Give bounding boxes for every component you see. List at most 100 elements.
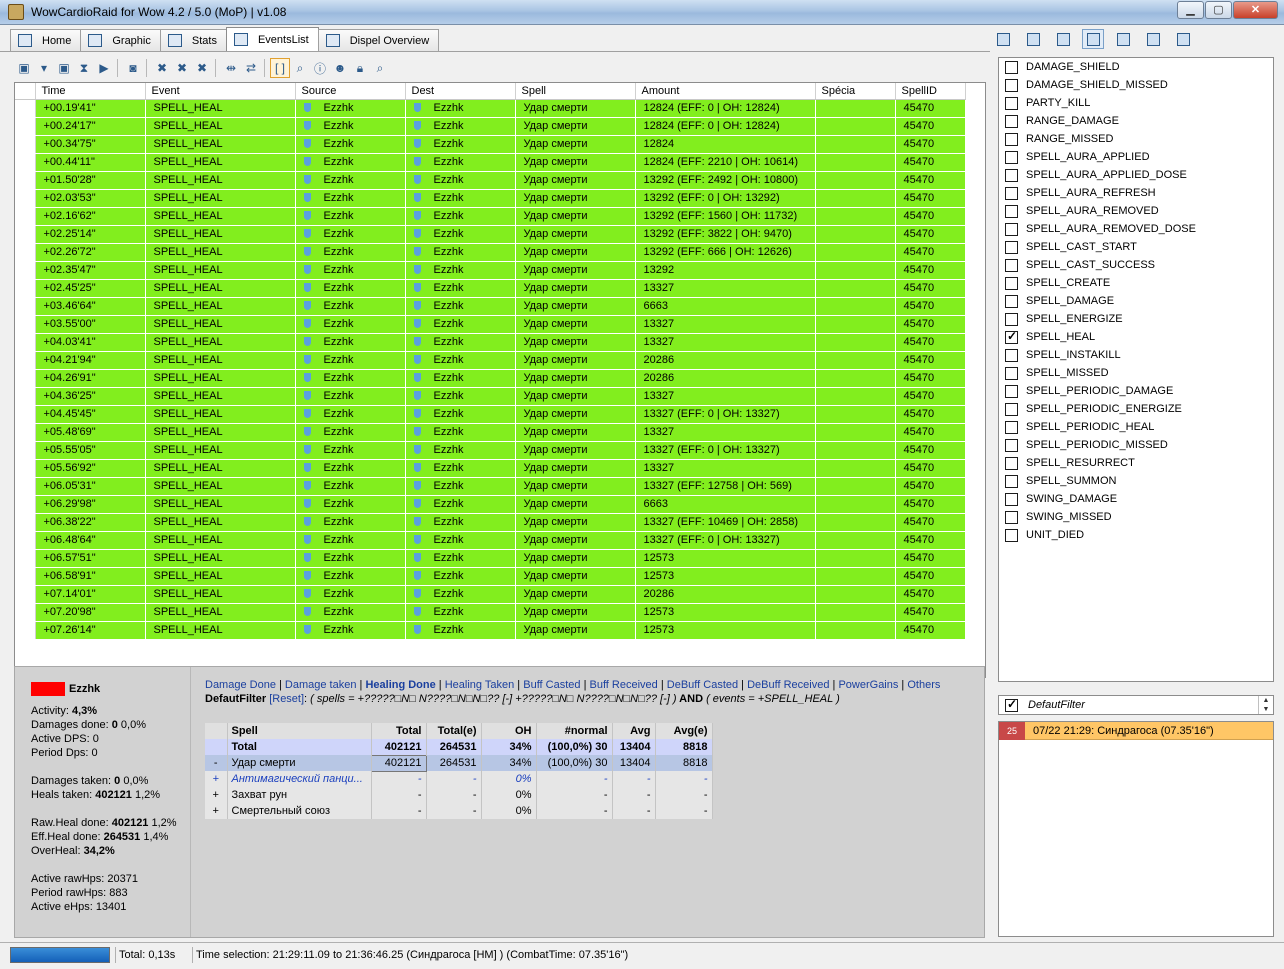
- report-link[interactable]: Buff Casted: [523, 679, 580, 691]
- table-row[interactable]: +00.34'75" SPELL_HEAL Ezzhk Ezzhk Удар смерт…: [15, 135, 966, 154]
- tab-home[interactable]: Home: [10, 29, 82, 51]
- column-header-specia[interactable]: Spécia: [815, 83, 896, 100]
- reset-link[interactable]: [Reset]: [269, 693, 304, 705]
- tab-stats[interactable]: Stats: [159, 29, 227, 51]
- table-row[interactable]: +00.19'41" SPELL_HEAL Ezzhk Ezzhk Удар смерт…: [15, 99, 966, 118]
- info-icon[interactable]: ⓘ: [310, 58, 330, 78]
- filter-checkbox[interactable]: [1005, 114, 1018, 128]
- filter-checkbox[interactable]: [1005, 348, 1018, 362]
- report-link[interactable]: Damage taken: [285, 679, 357, 691]
- expand-toggle[interactable]: +: [205, 771, 228, 787]
- report-link[interactable]: DeBuff Casted: [667, 679, 738, 691]
- table-row[interactable]: +04.03'41" SPELL_HEAL Ezzhk Ezzhk Удар смерт…: [15, 333, 966, 352]
- filter-checkbox[interactable]: [1005, 168, 1018, 182]
- filter-checkbox[interactable]: [1005, 204, 1018, 218]
- table-row[interactable]: +05.55'05" SPELL_HEAL Ezzhk Ezzhk Удар смерт…: [15, 441, 966, 460]
- view-button-2[interactable]: [1022, 29, 1044, 49]
- filter-item[interactable]: DAMAGE_SHIELD: [999, 58, 1273, 76]
- filter-item[interactable]: SPELL_SUMMON: [999, 472, 1273, 490]
- filter-checkbox[interactable]: [1005, 420, 1018, 434]
- row-gutter[interactable]: [15, 297, 36, 316]
- expand-toggle[interactable]: +: [205, 803, 228, 819]
- table-row[interactable]: +04.26'91" SPELL_HEAL Ezzhk Ezzhk Удар смерт…: [15, 369, 966, 388]
- filter-checkbox[interactable]: [1005, 294, 1018, 308]
- table-row[interactable]: +04.45'45" SPELL_HEAL Ezzhk Ezzhk Удар смерт…: [15, 405, 966, 424]
- hourglass-icon[interactable]: ⧗: [74, 58, 94, 78]
- column-header-amount[interactable]: Amount: [635, 83, 816, 100]
- filter-checkbox[interactable]: [1005, 438, 1018, 452]
- column-header-oh[interactable]: OH: [481, 723, 537, 739]
- view-button-6[interactable]: [1142, 29, 1164, 49]
- filter-checkbox[interactable]: [1005, 132, 1018, 146]
- filter-item[interactable]: SPELL_PERIODIC_MISSED: [999, 436, 1273, 454]
- row-gutter[interactable]: [15, 495, 36, 514]
- row-gutter[interactable]: [15, 369, 36, 388]
- table-row[interactable]: +07.20'98" SPELL_HEAL Ezzhk Ezzhk Удар смерт…: [15, 603, 966, 622]
- expand-toggle[interactable]: -: [205, 755, 228, 771]
- table-row[interactable]: +04.21'94" SPELL_HEAL Ezzhk Ezzhk Удар смерт…: [15, 351, 966, 370]
- row-gutter[interactable]: [15, 243, 36, 262]
- table-row[interactable]: +02.45'25" SPELL_HEAL Ezzhk Ezzhk Удар смерт…: [15, 279, 966, 298]
- table-row[interactable]: +07.26'14" SPELL_HEAL Ezzhk Ezzhk Удар смерт…: [15, 621, 966, 640]
- table-row[interactable]: +06.57'51" SPELL_HEAL Ezzhk Ezzhk Удар смерт…: [15, 549, 966, 568]
- column-header-total-e[interactable]: Total(e): [426, 723, 482, 739]
- view-button-7[interactable]: [1172, 29, 1194, 49]
- column-header-spell[interactable]: Spell: [227, 723, 372, 739]
- column-header-avg[interactable]: Avg: [612, 723, 656, 739]
- report-link[interactable]: Buff Received: [590, 679, 658, 691]
- column-header-total[interactable]: Total: [371, 723, 427, 739]
- filter-item[interactable]: SPELL_AURA_APPLIED: [999, 148, 1273, 166]
- filter-checkbox[interactable]: [1005, 60, 1018, 74]
- filter-item[interactable]: SPELL_DAMAGE: [999, 292, 1273, 310]
- filter-dest-icon[interactable]: ✖: [172, 58, 192, 78]
- filter-item[interactable]: DAMAGE_SHIELD_MISSED: [999, 76, 1273, 94]
- row-gutter[interactable]: [15, 477, 36, 496]
- spell-row[interactable]: - Удар смерти 402121 264531 34% (100,0%) 30 13…: [205, 754, 713, 772]
- filter-item[interactable]: SPELL_CAST_START: [999, 238, 1273, 256]
- export-icon[interactable]: ▶: [94, 58, 114, 78]
- close-button[interactable]: ✕: [1233, 1, 1278, 19]
- row-gutter[interactable]: [15, 567, 36, 586]
- maximize-button[interactable]: ▢: [1205, 1, 1232, 19]
- filter-combo[interactable]: DefautFilter ▲▼: [998, 695, 1274, 715]
- filter-item[interactable]: PARTY_KILL: [999, 94, 1273, 112]
- spinner-arrows-icon[interactable]: ▲ ▼: [1258, 696, 1273, 714]
- row-gutter[interactable]: [15, 603, 36, 622]
- filter-item[interactable]: SPELL_AURA_REMOVED_DOSE: [999, 220, 1273, 238]
- tab-dispel-overview[interactable]: Dispel Overview: [317, 29, 440, 51]
- filter-item[interactable]: SPELL_AURA_REFRESH: [999, 184, 1273, 202]
- row-gutter[interactable]: [15, 315, 36, 334]
- filter-checkbox[interactable]: [1005, 492, 1018, 506]
- tab-eventslist[interactable]: EventsList: [225, 27, 319, 51]
- filter-item[interactable]: RANGE_MISSED: [999, 130, 1273, 148]
- column-header-dest[interactable]: Dest: [405, 83, 516, 100]
- events-grid[interactable]: Time Event Source Dest Spell Amount Spéc…: [14, 82, 986, 678]
- view-button-1[interactable]: [992, 29, 1014, 49]
- filter-item[interactable]: SPELL_CREATE: [999, 274, 1273, 292]
- filter-checkbox[interactable]: [1005, 276, 1018, 290]
- table-row[interactable]: +04.36'25" SPELL_HEAL Ezzhk Ezzhk Удар смерт…: [15, 387, 966, 406]
- row-gutter[interactable]: [15, 225, 36, 244]
- filter-checkbox[interactable]: [1005, 510, 1018, 524]
- brackets-icon[interactable]: [ ]: [270, 58, 290, 78]
- columns-icon[interactable]: ⇹: [221, 58, 241, 78]
- filter-checkbox[interactable]: [1005, 384, 1018, 398]
- filter-item[interactable]: SPELL_AURA_APPLIED_DOSE: [999, 166, 1273, 184]
- row-gutter[interactable]: [15, 279, 36, 298]
- table-row[interactable]: +02.25'14" SPELL_HEAL Ezzhk Ezzhk Удар смерт…: [15, 225, 966, 244]
- filter-item[interactable]: UNIT_DIED: [999, 526, 1273, 544]
- filter-item[interactable]: SPELL_ENERGIZE: [999, 310, 1273, 328]
- row-gutter[interactable]: [15, 135, 36, 154]
- filter-checkbox[interactable]: [1005, 402, 1018, 416]
- row-gutter[interactable]: [15, 441, 36, 460]
- row-gutter[interactable]: [15, 117, 36, 136]
- table-row[interactable]: +07.14'01" SPELL_HEAL Ezzhk Ezzhk Удар смерт…: [15, 585, 966, 604]
- table-row[interactable]: +06.05'31" SPELL_HEAL Ezzhk Ezzhk Удар смерт…: [15, 477, 966, 496]
- search-icon[interactable]: ⌕: [370, 58, 390, 78]
- filter-item[interactable]: SPELL_CAST_SUCCESS: [999, 256, 1273, 274]
- table-row[interactable]: +02.35'47" SPELL_HEAL Ezzhk Ezzhk Удар смерт…: [15, 261, 966, 280]
- table-row[interactable]: +03.46'64" SPELL_HEAL Ezzhk Ezzhk Удар смерт…: [15, 297, 966, 316]
- filter-checkbox[interactable]: [1005, 456, 1018, 470]
- table-row[interactable]: +06.58'91" SPELL_HEAL Ezzhk Ezzhk Удар смерт…: [15, 567, 966, 586]
- filter-item[interactable]: SWING_DAMAGE: [999, 490, 1273, 508]
